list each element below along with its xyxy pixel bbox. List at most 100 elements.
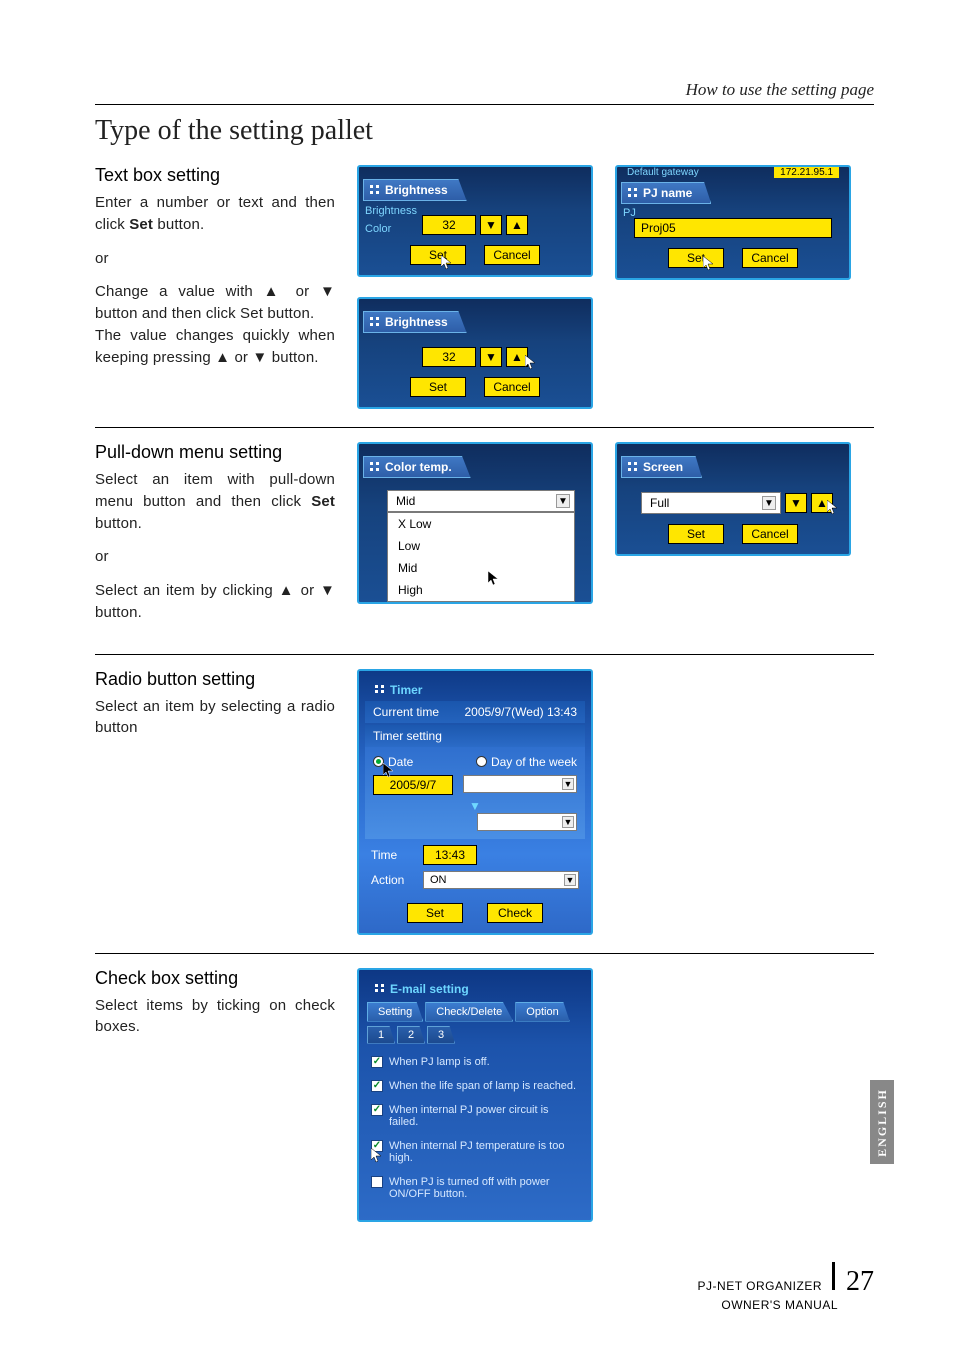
chevron-down-icon: ▼ (562, 778, 574, 790)
grip-icon (628, 188, 638, 198)
action-label: Action (371, 873, 415, 887)
subtab-2[interactable]: 2 (397, 1026, 425, 1044)
page-title: Type of the setting pallet (95, 115, 874, 147)
radio-dow[interactable]: Day of the week (476, 755, 577, 769)
checkbox[interactable]: ✓ (371, 1104, 383, 1116)
panel-title: PJ name (621, 182, 711, 204)
value-down-button[interactable]: ▼ (785, 493, 807, 513)
date-value[interactable]: 2005/9/7 (373, 775, 453, 795)
subtab-1[interactable]: 1 (367, 1026, 395, 1044)
value-down-button[interactable]: ▼ (480, 347, 502, 367)
dropdown-option[interactable]: X Low (388, 513, 574, 535)
dropdown-options[interactable]: X Low Low Mid High (387, 512, 575, 602)
grip-icon (375, 984, 385, 994)
tab-option[interactable]: Option (515, 1002, 569, 1022)
sec3-title: Radio button setting (95, 669, 335, 690)
checkbox[interactable]: ✓ (371, 1080, 383, 1092)
grip-icon (370, 462, 380, 472)
set-button[interactable]: Set (668, 524, 724, 544)
subtab-3[interactable]: 3 (427, 1026, 455, 1044)
brightness-panel-1: Brightness Brightness Color 32 ▼ ▲ Set C… (357, 165, 593, 277)
language-tab: ENGLISH (870, 1080, 894, 1164)
set-button[interactable]: Set (668, 248, 724, 268)
checkbox[interactable]: ✓ (371, 1056, 383, 1068)
time-label: Time (371, 848, 415, 862)
checkbox[interactable] (371, 1176, 383, 1188)
tab-setting[interactable]: Setting (367, 1002, 423, 1022)
chevron-down-icon: ▼ (556, 494, 570, 508)
radio-date[interactable]: Date (373, 755, 413, 769)
dropdown-option[interactable]: High (388, 579, 574, 601)
value-down-button[interactable]: ▼ (480, 215, 502, 235)
page-number: 27 (846, 1266, 874, 1298)
colortemp-dropdown[interactable]: Mid▼ (387, 490, 575, 512)
timer-setting-header: Timer setting (365, 725, 585, 747)
footer-sub: OWNER'S MANUAL (721, 1298, 838, 1312)
value-up-button[interactable]: ▲ (506, 347, 528, 367)
checkbox-list: ✓ When PJ lamp is off. ✓ When the life spa… (365, 1048, 585, 1214)
time-value[interactable]: 13:43 (423, 845, 477, 865)
secondary-dropdown[interactable]: ▼ (477, 813, 577, 831)
indicator-icon: ▼ (373, 799, 577, 813)
panel-title: Screen (621, 456, 702, 478)
brightness-value[interactable]: 32 (422, 215, 476, 235)
brightness-value[interactable]: 32 (422, 347, 476, 367)
sec4-p1: Select items by ticking on check boxes. (95, 995, 335, 1039)
sec1-p1: Enter a number or text and then click Se… (95, 192, 335, 236)
pjname-input[interactable] (634, 218, 832, 238)
dropdown-option[interactable]: Low (388, 535, 574, 557)
set-button[interactable]: Set (407, 903, 463, 923)
check-button[interactable]: Check (487, 903, 543, 923)
chevron-down-icon: ▼ (562, 816, 574, 828)
hidden-brightness-label: Brightness (365, 205, 417, 217)
cancel-button[interactable]: Cancel (742, 524, 798, 544)
grip-icon (628, 462, 638, 472)
panel-title: Color temp. (363, 456, 471, 478)
cancel-button[interactable]: Cancel (484, 245, 540, 265)
sec3-p1: Select an item by selecting a radio butt… (95, 696, 335, 740)
chevron-down-icon: ▼ (564, 874, 576, 886)
grip-icon (375, 685, 385, 695)
cancel-button[interactable]: Cancel (484, 377, 540, 397)
gateway-label: Default gateway (627, 167, 699, 178)
email-panel: E-mail setting Setting Check/Delete Opti… (357, 968, 593, 1222)
radio-icon (476, 756, 487, 767)
cancel-button[interactable]: Cancel (742, 248, 798, 268)
value-up-button[interactable]: ▲ (811, 493, 833, 513)
action-dropdown[interactable]: ON▼ (423, 871, 579, 889)
checkbox-label: When PJ is turned off with power ON/OFF … (389, 1176, 579, 1200)
panel-title: Brightness (363, 179, 467, 201)
colortemp-panel: Color temp. Mid▼ X Low Low Mid High (357, 442, 593, 604)
chevron-down-icon: ▼ (762, 496, 776, 510)
panel-title: Brightness (363, 311, 467, 333)
product-name: PJ-NET ORGANIZER (698, 1279, 822, 1293)
current-time-value: 2005/9/7(Wed) 13:43 (464, 705, 577, 719)
radio-icon (373, 756, 384, 767)
grip-icon (370, 317, 380, 327)
sec2-or: or (95, 546, 335, 568)
value-up-button[interactable]: ▲ (506, 215, 528, 235)
page-footer: PJ-NET ORGANIZER 27 OWNER'S MANUAL (95, 1262, 874, 1312)
sec1-title: Text box setting (95, 165, 335, 186)
brightness-panel-2: Brightness 32 ▼ ▲ Set Cancel (357, 297, 593, 409)
sec2-p1: Select an item with pull-down menu butto… (95, 469, 335, 534)
checkbox-label: When internal PJ power circuit is failed… (389, 1104, 579, 1128)
checkbox[interactable]: ✓ (371, 1140, 383, 1152)
sec1-p3: The value changes quickly when keeping p… (95, 325, 335, 369)
checkbox-label: When internal PJ temperature is too high… (389, 1140, 579, 1164)
sec2-p2: Select an item by clicking ▲ or ▼ button… (95, 580, 335, 624)
tab-checkdelete[interactable]: Check/Delete (425, 1002, 513, 1022)
screen-panel: Screen Full▼ ▼ ▲ Set Cancel (615, 442, 851, 556)
panel-title: Timer (365, 681, 432, 699)
divider (95, 427, 874, 428)
dropdown-option[interactable]: Mid (388, 557, 574, 579)
set-button[interactable]: Set (410, 377, 466, 397)
hidden-color-label: Color (365, 223, 391, 235)
checkbox-label: When PJ lamp is off. (389, 1056, 490, 1068)
checkbox-label: When the life span of lamp is reached. (389, 1080, 576, 1092)
panel-title: E-mail setting (365, 980, 479, 998)
screen-dropdown[interactable]: Full▼ (641, 492, 781, 514)
hidden-pj-label: PJ (623, 207, 636, 219)
dow-dropdown[interactable]: ▼ (463, 775, 577, 793)
set-button[interactable]: Set (410, 245, 466, 265)
